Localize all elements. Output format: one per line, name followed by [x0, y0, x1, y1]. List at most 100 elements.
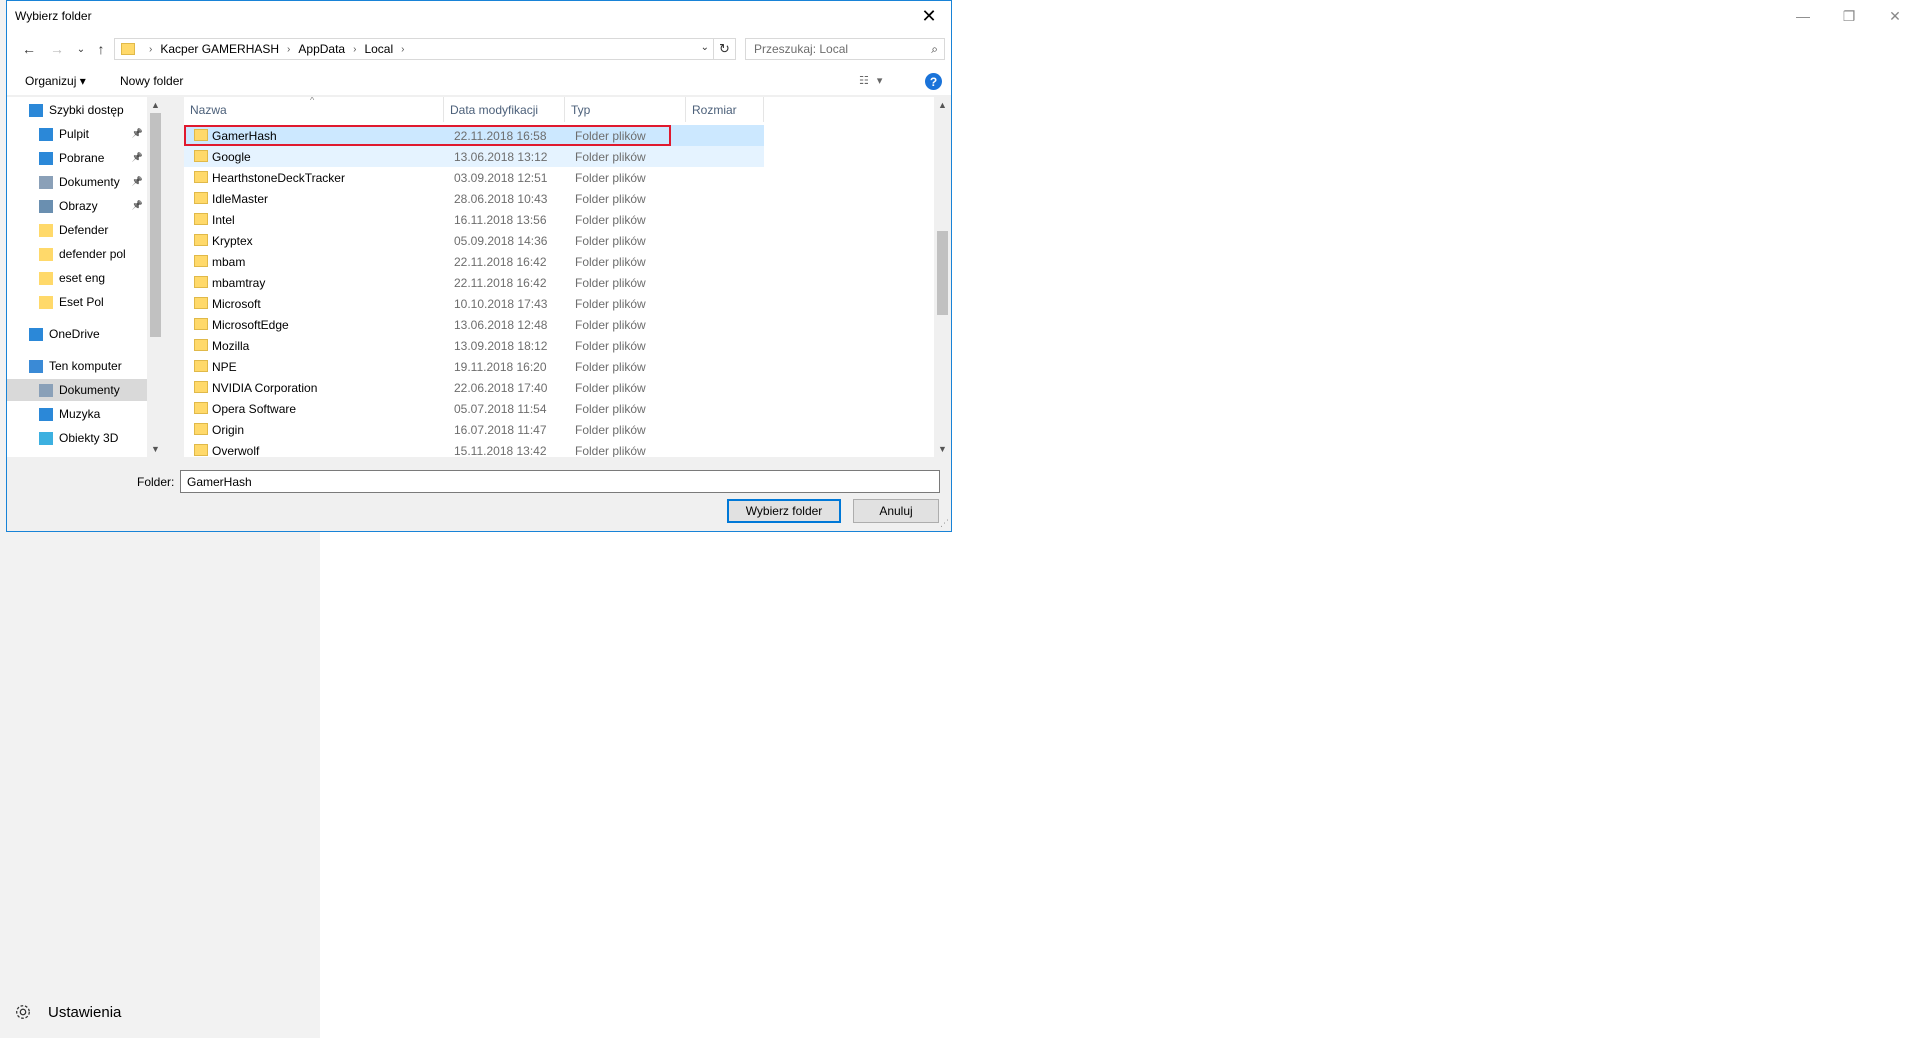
desktop-icon: [39, 127, 53, 141]
sidebar-item[interactable]: defender pol: [7, 243, 147, 265]
recent-locations-icon[interactable]: ⌄: [71, 40, 91, 58]
scrollbar-thumb[interactable]: [150, 113, 161, 337]
search-input[interactable]: [746, 39, 916, 59]
file-row[interactable]: IdleMaster 28.06.2018 10:43 Folder plików: [184, 188, 764, 209]
file-row[interactable]: Origin 16.07.2018 11:47 Folder plików: [184, 419, 764, 440]
file-name: Mozilla: [212, 339, 250, 353]
file-row[interactable]: NVIDIA Corporation 22.06.2018 17:40 Folder…: [184, 377, 764, 398]
sidebar-item[interactable]: Dokumenty 📌: [7, 171, 147, 193]
folder-icon: [194, 381, 208, 393]
sidebar-item[interactable]: Obrazy 📌: [7, 195, 147, 217]
sidebar-item[interactable]: Dokumenty: [7, 379, 147, 401]
file-list-scrollbar[interactable]: ▲ ▼: [934, 97, 951, 457]
chevron-down-icon[interactable]: ▾: [877, 74, 883, 87]
file-date: 16.07.2018 11:47: [454, 423, 547, 437]
file-row[interactable]: mbam 22.11.2018 16:42 Folder plików: [184, 251, 764, 272]
sidebar-item[interactable]: Pobrane 📌: [7, 147, 147, 169]
sidebar-item[interactable]: Szybki dostęp: [7, 99, 147, 121]
breadcrumb-local[interactable]: Local: [364, 42, 393, 56]
file-row[interactable]: GamerHash 22.11.2018 16:58 Folder plików: [184, 125, 764, 146]
forward-arrow-icon[interactable]: →: [47, 40, 67, 58]
folder-name-input[interactable]: [180, 470, 940, 493]
back-arrow-icon[interactable]: ←: [19, 40, 39, 58]
sidebar-item[interactable]: Defender: [7, 219, 147, 241]
scroll-down-icon[interactable]: ▼: [934, 441, 951, 457]
column-size[interactable]: Rozmiar: [686, 97, 764, 122]
file-row[interactable]: Google 13.06.2018 13:12 Folder plików: [184, 146, 764, 167]
file-type: Folder plików: [575, 255, 646, 269]
column-date[interactable]: Data modyfikacji: [444, 97, 565, 122]
restore-button[interactable]: ❐: [1826, 0, 1872, 32]
search-box[interactable]: ⌕: [745, 38, 945, 60]
pin-icon[interactable]: 📌: [132, 176, 143, 187]
sidebar-item[interactable]: Pulpit 📌: [7, 123, 147, 145]
dialog-titlebar: Wybierz folder ✕: [7, 1, 951, 32]
file-row[interactable]: Mozilla 13.09.2018 18:12 Folder plików: [184, 335, 764, 356]
file-type: Folder plików: [575, 339, 646, 353]
folder-icon: [194, 402, 208, 414]
resize-grip-icon[interactable]: ⋰: [940, 518, 949, 529]
chevron-down-icon[interactable]: ⌄: [701, 42, 709, 53]
file-name: Kryptex: [212, 234, 253, 248]
file-row[interactable]: NPE 19.11.2018 16:20 Folder plików: [184, 356, 764, 377]
file-date: 05.09.2018 14:36: [454, 234, 548, 248]
file-row[interactable]: Kryptex 05.09.2018 14:36 Folder plików: [184, 230, 764, 251]
breadcrumb-user[interactable]: Kacper GAMERHASH: [160, 42, 279, 56]
background-window-controls: — ❐ ✕: [1780, 0, 1918, 32]
view-list-icon[interactable]: ☷: [859, 74, 869, 87]
view-options[interactable]: ☷ ▾: [859, 74, 882, 87]
sidebar-item[interactable]: Ten komputer: [7, 355, 147, 377]
new-folder-button[interactable]: Nowy folder: [120, 74, 183, 88]
breadcrumb: › Kacper GAMERHASH › AppData › Local ›: [141, 42, 412, 56]
file-row[interactable]: HearthstoneDeckTracker 03.09.2018 12:51 Fo…: [184, 167, 764, 188]
sidebar-item[interactable]: OneDrive: [7, 323, 147, 345]
search-icon[interactable]: ⌕: [931, 42, 938, 57]
file-type: Folder plików: [575, 171, 646, 185]
sidebar-item[interactable]: eset eng: [7, 267, 147, 289]
organize-button[interactable]: Organizuj ▾: [25, 74, 86, 88]
minimize-button[interactable]: —: [1780, 0, 1826, 32]
breadcrumb-appdata[interactable]: AppData: [298, 42, 345, 56]
file-row[interactable]: MicrosoftEdge 13.06.2018 12:48 Folder plik…: [184, 314, 764, 335]
file-name: Microsoft: [212, 297, 261, 311]
dialog-close-button[interactable]: ✕: [907, 1, 951, 32]
refresh-icon[interactable]: ↻: [714, 38, 736, 60]
file-row[interactable]: mbamtray 22.11.2018 16:42 Folder plików: [184, 272, 764, 293]
file-type: Folder plików: [575, 276, 646, 290]
file-row[interactable]: Overwolf 15.11.2018 13:42 Folder plików: [184, 440, 764, 457]
gear-icon: [16, 1005, 30, 1019]
file-row[interactable]: Opera Software 05.07.2018 11:54 Folder pli…: [184, 398, 764, 419]
up-arrow-icon[interactable]: ↑: [91, 40, 111, 58]
pin-icon[interactable]: 📌: [132, 128, 143, 139]
help-icon[interactable]: ?: [925, 73, 942, 90]
scrollbar-thumb[interactable]: [937, 231, 948, 315]
scroll-up-icon[interactable]: ▲: [934, 97, 951, 113]
folder-icon: [194, 150, 208, 162]
select-folder-button[interactable]: Wybierz folder: [727, 499, 841, 523]
file-row[interactable]: Microsoft 10.10.2018 17:43 Folder plików: [184, 293, 764, 314]
pin-icon[interactable]: 📌: [132, 152, 143, 163]
breadcrumb-separator-icon[interactable]: ›: [149, 44, 152, 55]
settings-nav-item[interactable]: Ustawienia: [14, 1000, 121, 1024]
file-date: 10.10.2018 17:43: [454, 297, 548, 311]
sidebar-item[interactable]: Obiekty 3D: [7, 427, 147, 449]
sidebar-item-label: eset eng: [59, 271, 106, 285]
breadcrumb-separator-icon[interactable]: ›: [287, 44, 290, 55]
file-date: 22.11.2018 16:58: [454, 129, 547, 143]
sidebar-item[interactable]: Eset Pol: [7, 291, 147, 313]
cancel-button[interactable]: Anuluj: [853, 499, 939, 523]
navigation-scrollbar[interactable]: ▲ ▼: [147, 97, 164, 457]
file-row[interactable]: Intel 16.11.2018 13:56 Folder plików: [184, 209, 764, 230]
column-type[interactable]: Typ: [565, 97, 686, 122]
address-bar[interactable]: › Kacper GAMERHASH › AppData › Local › ⌄: [114, 38, 714, 60]
scroll-down-icon[interactable]: ▼: [147, 441, 164, 457]
pin-icon[interactable]: 📌: [132, 200, 143, 211]
sidebar-item[interactable]: Muzyka: [7, 403, 147, 425]
folder-label: Folder:: [137, 475, 175, 489]
command-toolbar: Organizuj ▾ Nowy folder ☷ ▾ ?: [7, 66, 951, 96]
breadcrumb-separator-icon[interactable]: ›: [353, 44, 356, 55]
close-window-button[interactable]: ✕: [1872, 0, 1918, 32]
breadcrumb-separator-icon[interactable]: ›: [401, 44, 404, 55]
dialog-title: Wybierz folder: [15, 9, 92, 23]
scroll-up-icon[interactable]: ▲: [147, 97, 164, 113]
